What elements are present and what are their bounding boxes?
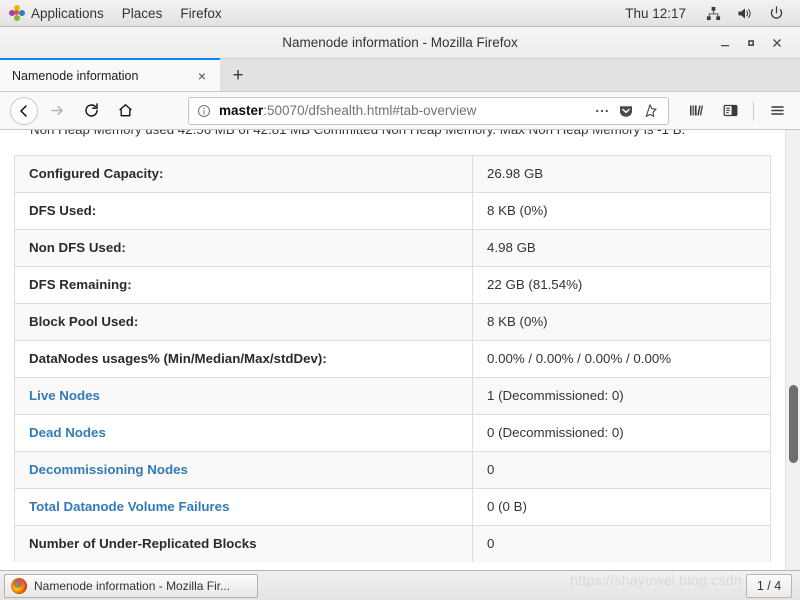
volume-icon[interactable] [729,6,761,21]
taskbar-right-area: 1 / 4 [746,573,796,598]
table-row: Number of Under-Replicated Blocks 0 [14,525,771,562]
forward-button[interactable] [42,96,72,126]
navigation-toolbar: master:50070/dfshealth.html#tab-overview [0,92,800,130]
page-content-area: Non Heap Memory used 42.56 MB of 42.81 M… [0,130,800,570]
taskbar-window-label: Namenode information - Mozilla Fir... [34,578,231,593]
toolbar-right-buttons [679,96,794,126]
window-title: Namenode information - Mozilla Firefox [282,35,518,50]
panel-clock[interactable]: Thu 12:17 [613,6,698,21]
url-text[interactable]: master:50070/dfshealth.html#tab-overview [219,103,590,118]
home-button[interactable] [110,96,140,126]
table-row-link[interactable]: Dead Nodes [14,414,473,452]
window-titlebar: Namenode information - Mozilla Firefox [0,27,800,59]
firefox-menu[interactable]: Firefox [171,0,230,27]
table-row-value: 26.98 GB [487,166,544,181]
table-row-label: Configured Capacity: [14,155,473,193]
close-icon[interactable] [764,30,790,56]
table-row-value: 0 [472,451,771,489]
url-bar[interactable]: master:50070/dfshealth.html#tab-overview [188,96,669,125]
page-scrollbar[interactable] [785,130,800,570]
table-row-link[interactable]: Decommissioning Nodes [14,451,473,489]
table-row-link[interactable]: Total Datanode Volume Failures [14,488,473,526]
ellipsis-icon[interactable] [590,99,614,123]
table-row: Block Pool Used: 8 KB (0%) [14,303,771,341]
places-menu[interactable]: Places [113,0,172,27]
table-row-value: 0 [472,525,771,562]
url-path: :50070/dfshealth.html#tab-overview [263,103,477,118]
tab-title: Namenode information [12,68,139,83]
panel-status-area: Thu 12:17 [613,6,800,21]
maximize-icon[interactable] [738,30,764,56]
reload-button[interactable] [76,96,106,126]
table-row-label: DFS Used: [14,192,473,230]
places-menu-label: Places [121,5,163,21]
applications-logo-icon [9,5,25,21]
table-row-value: 0 (Decommissioned: 0) [472,414,771,452]
window-list-taskbar: Namenode information - Mozilla Fir... 1 … [0,570,800,600]
firefox-logo-icon [11,577,27,594]
taskbar-window-button-firefox[interactable]: Namenode information - Mozilla Fir... [4,573,258,598]
table-row-label: Number of Under-Replicated Blocks [14,525,473,562]
scrollbar-thumb[interactable] [789,385,798,464]
info-icon[interactable] [197,104,211,118]
tab-strip: Namenode information × + [0,58,800,92]
table-row-label: Non DFS Used: [14,229,473,267]
applications-menu-label: Applications [31,5,104,21]
heap-memory-summary-text: Non Heap Memory used 42.56 MB of 42.81 M… [14,130,771,140]
desktop-top-panel: Applications Places Firefox Thu 12:17 [0,0,800,27]
applications-menu[interactable]: Applications [0,0,113,27]
workspace-switcher[interactable]: 1 / 4 [746,573,792,598]
table-row-label: DataNodes usages% (Min/Median/Max/stdDev… [14,340,473,378]
table-row-label: DFS Remaining: [14,266,473,304]
table-row: DataNodes usages% (Min/Median/Max/stdDev… [14,340,771,378]
hamburger-menu-icon[interactable] [762,96,792,126]
minimize-icon[interactable] [712,30,738,56]
back-button[interactable] [10,96,38,125]
table-row: Total Datanode Volume Failures 0 (0 B) [14,488,771,526]
table-row-value: 1 (Decommissioned: 0) [472,377,771,415]
url-host: master [219,103,264,118]
table-row-value: 8 KB (0%) [472,303,771,341]
toolbar-separator [753,100,754,121]
tab-namenode-information[interactable]: Namenode information × [0,58,220,91]
table-row: Dead Nodes 0 (Decommissioned: 0) [14,414,771,452]
power-icon[interactable] [761,5,792,21]
new-tab-button[interactable]: + [220,60,256,91]
star-icon[interactable] [638,99,662,123]
cluster-overview-table-body: Configured Capacity: 26.98 GB DFS Used: 8 K… [14,155,771,562]
table-row: Decommissioning Nodes 0 [14,451,771,489]
window-controls [712,30,800,56]
firefox-menu-label: Firefox [180,5,222,21]
table-row: DFS Remaining: 22 GB (81.54%) [14,266,771,304]
table-row-value: 0.00% / 0.00% / 0.00% / 0.00% [472,340,771,378]
table-row: Non DFS Used: 4.98 GB [14,229,771,267]
tab-close-icon[interactable]: × [192,66,212,86]
table-row: DFS Used: 8 KB (0%) [14,192,771,230]
table-row: Live Nodes 1 (Decommissioned: 0) [14,377,771,415]
sidebar-icon[interactable] [715,96,745,126]
table-row-value: 8 KB (0%) [472,192,771,230]
network-icon[interactable] [698,6,729,21]
table-row-value: 4.98 GB [472,229,771,267]
cluster-overview-table: Configured Capacity: 26.98 GB DFS Used: 8 K… [14,155,771,562]
pocket-icon[interactable] [614,99,638,123]
table-row-link[interactable]: Live Nodes [14,377,473,415]
table-row-label: Block Pool Used: [14,303,473,341]
table-row: Configured Capacity: 26.98 GB [14,155,771,193]
table-row-value: 0 (0 B) [472,488,771,526]
firefox-window: Namenode information - Mozilla Firefox N… [0,27,800,570]
page-viewport: Non Heap Memory used 42.56 MB of 42.81 M… [0,130,785,570]
library-icon[interactable] [681,96,711,126]
table-row-value: 22 GB (81.54%) [472,266,771,304]
